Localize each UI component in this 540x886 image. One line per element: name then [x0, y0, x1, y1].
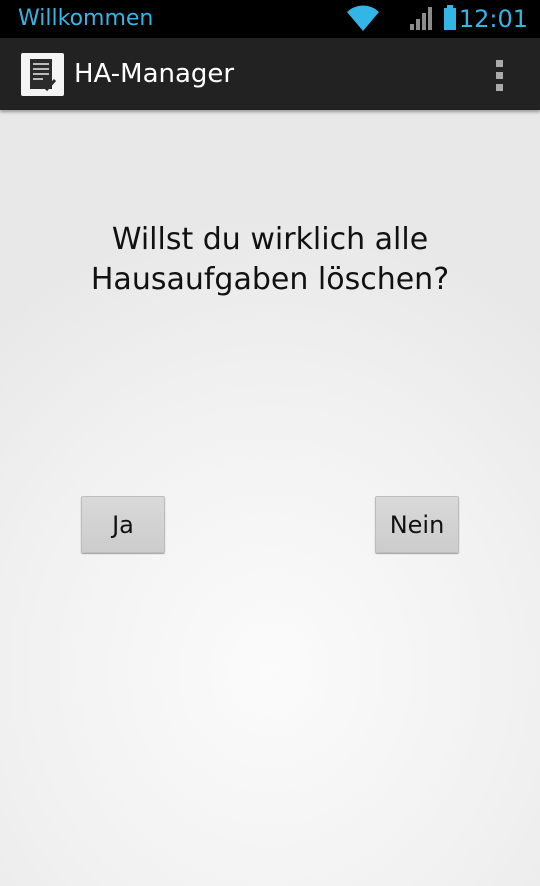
battery-icon — [444, 5, 456, 30]
document-check-icon[interactable] — [21, 53, 64, 96]
wifi-icon — [347, 5, 379, 32]
content-area: Willst du wirklich alle Hausaufgaben lös… — [0, 110, 540, 886]
overflow-menu-icon[interactable] — [478, 54, 520, 96]
delete-question: Willst du wirklich alle Hausaufgaben lös… — [90, 222, 450, 297]
status-notification: Willkommen — [18, 6, 154, 31]
app-title: HA-Manager — [74, 59, 235, 89]
signal-icon — [410, 7, 432, 30]
status-time: 12:01 — [458, 5, 528, 33]
no-button[interactable]: Nein — [375, 496, 459, 553]
yes-button[interactable]: Ja — [81, 496, 165, 553]
status-bar: Willkommen 12:01 — [0, 0, 540, 38]
action-bar: HA-Manager — [0, 38, 540, 110]
